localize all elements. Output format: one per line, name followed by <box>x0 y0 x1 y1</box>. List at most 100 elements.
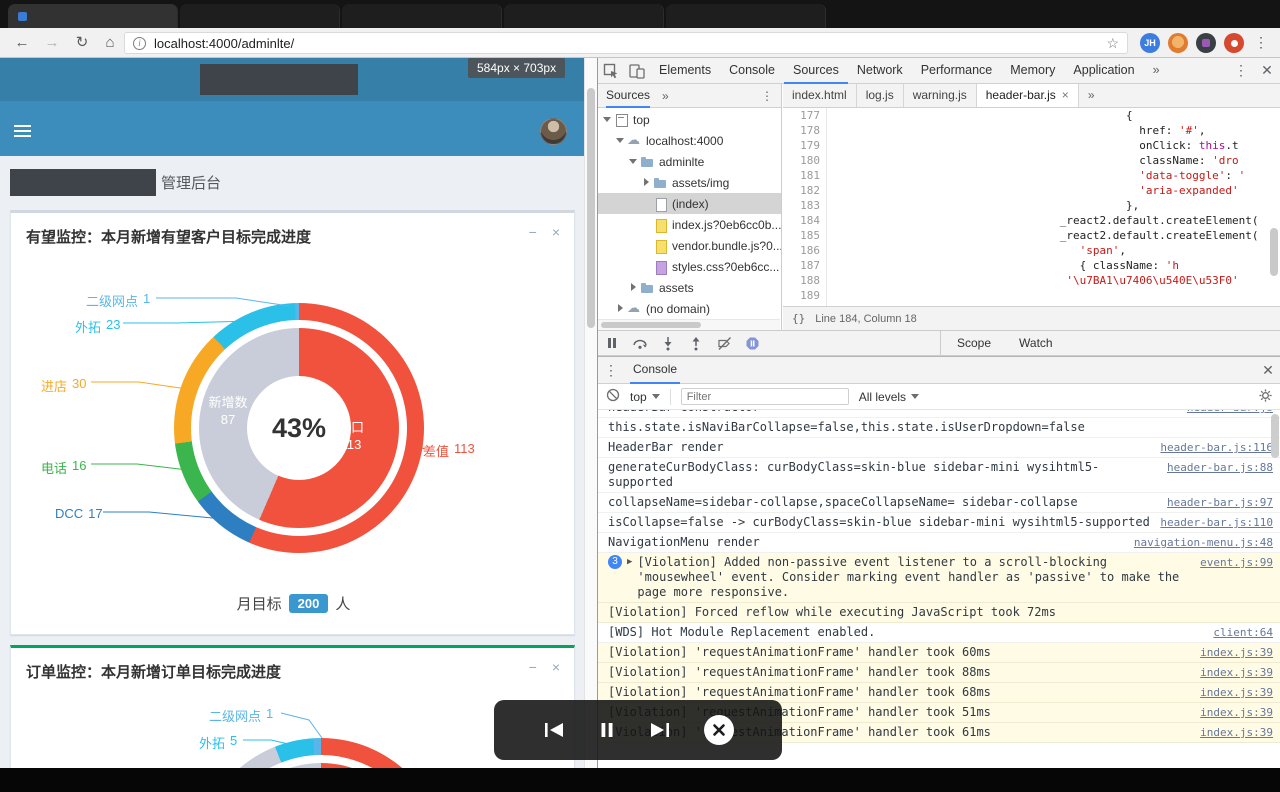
minimize-icon[interactable]: − <box>529 225 537 239</box>
line-number[interactable]: 179 <box>783 138 820 153</box>
pretty-print-icon[interactable]: {} <box>792 312 805 325</box>
source-link[interactable]: header-bar.js:97 <box>1167 495 1273 510</box>
code-line[interactable]: _react2.default.createElement( <box>828 228 1268 243</box>
source-link[interactable]: header-bar.js:116 <box>1160 440 1273 455</box>
more-tabs-icon[interactable]: » <box>1144 58 1169 84</box>
source-link[interactable]: event.js:99 <box>1200 555 1273 570</box>
expand-triangle-icon[interactable]: ▶ <box>627 555 632 570</box>
navigator-tab-sources[interactable]: Sources <box>606 84 650 108</box>
page-scrollbar[interactable] <box>584 58 597 768</box>
devtools-tab-application[interactable]: Application <box>1064 58 1143 84</box>
browser-tab[interactable] <box>8 4 178 28</box>
tree-item[interactable]: styles.css?0eb6cc... <box>598 256 781 277</box>
filter-input[interactable] <box>680 388 849 405</box>
browser-menu-button[interactable]: ⋮ <box>1254 34 1268 51</box>
source-link[interactable]: index.js:39 <box>1200 725 1273 740</box>
line-number[interactable]: 183 <box>783 198 820 213</box>
drawer-close-icon[interactable]: ✕ <box>1255 362 1280 379</box>
code-content[interactable]: { href: '#', onClick: this.t className: … <box>828 108 1268 306</box>
line-number[interactable]: 187 <box>783 258 820 273</box>
tree-arrow-icon[interactable] <box>641 198 652 209</box>
code-line[interactable]: onClick: this.t <box>828 138 1268 153</box>
forward-button[interactable]: → <box>40 31 64 55</box>
editor-tab[interactable]: log.js <box>857 84 904 107</box>
source-link[interactable]: client:64 <box>1213 625 1273 640</box>
devtools-tab-elements[interactable]: Elements <box>650 58 720 84</box>
log-level-selector[interactable]: All levels <box>859 390 920 404</box>
devtools-tab-console[interactable]: Console <box>720 58 784 84</box>
code-line[interactable]: href: '#', <box>828 123 1268 138</box>
tree-arrow-icon[interactable] <box>615 303 626 314</box>
code-line[interactable]: 'aria-expanded' <box>828 183 1268 198</box>
bookmark-star-icon[interactable]: ☆ <box>1106 35 1119 52</box>
close-icon[interactable]: × <box>552 660 560 674</box>
clear-console-icon[interactable] <box>606 388 620 405</box>
extension-button[interactable] <box>1196 33 1216 53</box>
line-number[interactable]: 178 <box>783 123 820 138</box>
tree-item[interactable]: assets <box>598 277 781 298</box>
tree-arrow-icon[interactable] <box>602 114 613 125</box>
devtools-tab-memory[interactable]: Memory <box>1001 58 1064 84</box>
line-number[interactable]: 184 <box>783 213 820 228</box>
step-over-icon[interactable] <box>626 330 654 356</box>
debugger-pause-icon[interactable] <box>598 330 626 356</box>
watch-tab[interactable]: Watch <box>1019 336 1053 350</box>
tree-item[interactable]: index.js?0eb6cc0b... <box>598 214 781 235</box>
devtools-tab-sources[interactable]: Sources <box>784 58 848 84</box>
code-line[interactable]: }, <box>828 198 1268 213</box>
step-out-icon[interactable] <box>682 330 710 356</box>
tree-arrow-icon[interactable] <box>641 219 652 230</box>
line-number[interactable]: 186 <box>783 243 820 258</box>
devtools-tab-network[interactable]: Network <box>848 58 912 84</box>
user-avatar[interactable] <box>540 118 567 145</box>
extension-button[interactable] <box>1168 33 1188 53</box>
devtools-menu-icon[interactable]: ⋮ <box>1228 58 1254 84</box>
source-link[interactable]: index.js:39 <box>1200 645 1273 660</box>
line-number[interactable]: 177 <box>783 108 820 123</box>
navigator-hscrollbar[interactable] <box>598 319 780 330</box>
scope-tab[interactable]: Scope <box>957 336 991 350</box>
tree-arrow-icon[interactable] <box>615 135 626 146</box>
source-link[interactable]: header-bar.js <box>1187 410 1273 415</box>
source-link[interactable]: index.js:39 <box>1200 665 1273 680</box>
scrollbar-thumb[interactable] <box>1270 228 1278 276</box>
editor-tab[interactable]: warning.js <box>904 84 977 107</box>
code-line[interactable]: 'span', <box>828 243 1268 258</box>
scrollbar-thumb[interactable] <box>601 322 701 328</box>
sidebar-toggle-button[interactable] <box>14 122 32 140</box>
close-tab-icon[interactable]: × <box>1062 84 1069 107</box>
line-number[interactable]: 185 <box>783 228 820 243</box>
tree-arrow-icon[interactable] <box>628 156 639 167</box>
tree-item[interactable]: (no domain) <box>598 298 781 319</box>
pause-on-exceptions-icon[interactable] <box>738 330 766 356</box>
browser-tab[interactable] <box>180 4 340 28</box>
navigator-menu-icon[interactable]: ⋮ <box>761 89 773 103</box>
tree-arrow-icon[interactable] <box>641 261 652 272</box>
code-line[interactable]: { <box>828 108 1268 123</box>
line-number[interactable]: 181 <box>783 168 820 183</box>
step-into-icon[interactable] <box>654 330 682 356</box>
line-number[interactable]: 189 <box>783 288 820 303</box>
line-number[interactable]: 188 <box>783 273 820 288</box>
code-editor[interactable]: 1771781791801811821831841851861871881891… <box>783 108 1280 306</box>
editor-tab[interactable]: index.html <box>783 84 857 107</box>
console-settings-icon[interactable] <box>1258 388 1273 406</box>
browser-tab[interactable] <box>342 4 502 28</box>
close-icon[interactable]: × <box>552 225 560 239</box>
context-selector[interactable]: top <box>630 390 660 404</box>
console-tab[interactable]: Console <box>630 356 680 384</box>
source-link[interactable]: header-bar.js:88 <box>1167 460 1273 475</box>
source-link[interactable]: index.js:39 <box>1200 685 1273 700</box>
previous-track-icon[interactable] <box>542 721 566 739</box>
overlay-close-icon[interactable] <box>704 715 734 745</box>
page-info-icon[interactable]: i <box>133 36 146 50</box>
code-line[interactable]: { className: 'h <box>828 258 1268 273</box>
tree-item[interactable]: localhost:4000 <box>598 130 781 151</box>
url-text[interactable]: localhost:4000/adminlte/ <box>154 36 1106 51</box>
browser-tab[interactable] <box>504 4 664 28</box>
code-line[interactable]: _react2.default.createElement( <box>828 213 1268 228</box>
tree-item[interactable]: assets/img <box>598 172 781 193</box>
deactivate-breakpoints-icon[interactable] <box>710 330 738 356</box>
tree-item[interactable]: vendor.bundle.js?0... <box>598 235 781 256</box>
back-button[interactable]: ← <box>10 31 34 55</box>
